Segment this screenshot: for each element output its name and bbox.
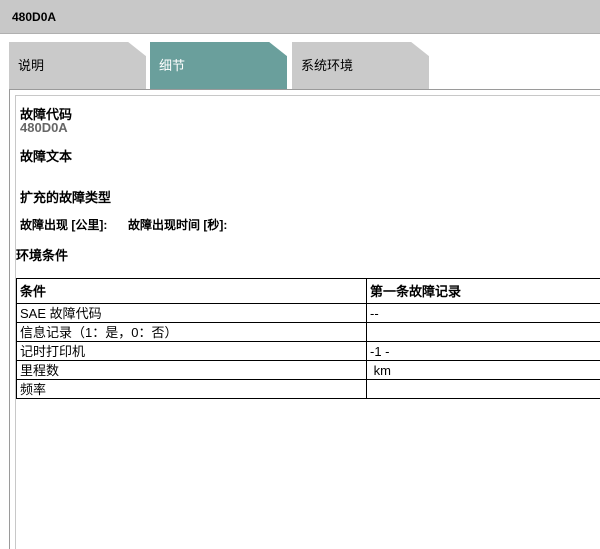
occurrence-time-label: 故障出现时间 [秒]: [128,216,227,233]
value-cell: -1 - [367,342,600,361]
fault-code-value: 480D0A [20,120,68,135]
column-header-first-record: 第一条故障记录 [367,279,600,304]
value-cell [367,323,600,342]
table-row: 记时打印机 -1 - [17,342,600,361]
environment-conditions-label: 环境条件 [16,245,68,264]
tab-system-environment[interactable]: 系统环境 [292,42,429,89]
condition-cell: 信息记录（1：是，0：否） [17,323,367,342]
tab-description[interactable]: 说明 [9,42,146,89]
condition-cell: 里程数 [17,361,367,380]
condition-cell: 频率 [17,380,367,399]
table-row: SAE 故障代码 -- [17,304,600,323]
tab-bar: 说明 细节 系统环境 [0,34,600,89]
condition-cell: 记时打印机 [17,342,367,361]
table-row: 信息记录（1：是，0：否） [17,323,600,342]
extended-fault-type-label: 扩充的故障类型 [20,187,111,206]
environment-table: 条件 第一条故障记录 SAE 故障代码 -- 信息记录（1：是，0：否） 记时打… [16,278,600,399]
tab-details-label: 细节 [159,55,185,74]
condition-cell: SAE 故障代码 [17,304,367,323]
value-cell: km [367,361,600,380]
fault-text-label: 故障文本 [20,146,72,165]
value-cell: -- [367,304,600,323]
table-row: 里程数 km [17,361,600,380]
tab-system-environment-label: 系统环境 [301,55,353,74]
table-row: 频率 [17,380,600,399]
table-header-row: 条件 第一条故障记录 [17,279,600,304]
window-title: 480D0A [12,10,56,24]
occurrence-km-label: 故障出现 [公里]: [20,216,107,233]
window-titlebar: 480D0A [0,0,600,34]
value-cell [367,380,600,399]
tab-details[interactable]: 细节 [150,42,287,89]
column-header-condition: 条件 [17,279,367,304]
tab-description-label: 说明 [18,55,44,74]
